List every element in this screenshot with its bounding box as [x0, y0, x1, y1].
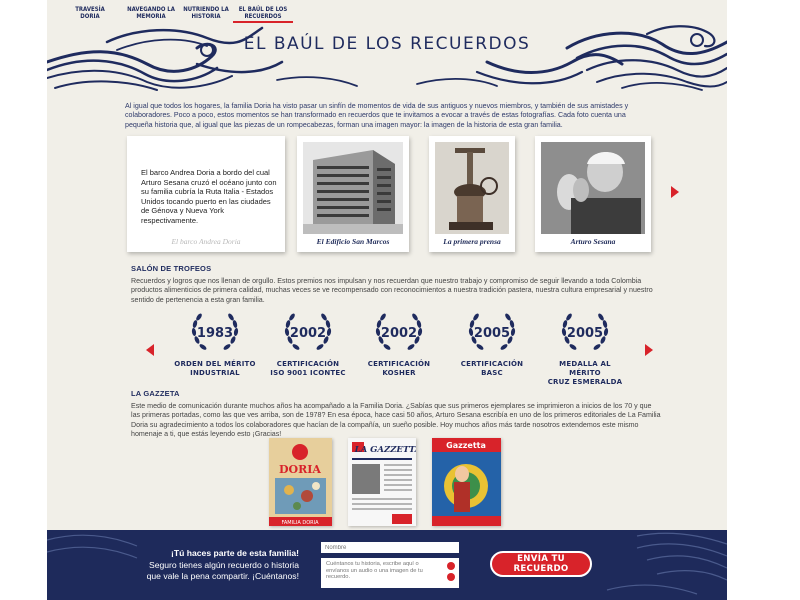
send-memory-button[interactable]: ENVÍA TU RECUERDO [490, 551, 592, 577]
trophy-name-line1: MEDALLA AL MÉRITO [559, 360, 611, 377]
trophies-next-arrow-icon[interactable] [645, 344, 653, 356]
page: TRAVESÍA DORIA NAVEGANDO LA MEMORIA NUTR… [47, 0, 727, 600]
nav-el-baul-de-los-recuerdos[interactable]: EL BAÚL DE LOS RECUERDOS [233, 0, 293, 23]
footer-cta: ¡Tú haces parte de esta familia! Seguro … [131, 548, 299, 583]
photo-card-edificio[interactable]: El Edificio San Marcos [297, 136, 409, 252]
trophy-name-line2: ISO 9001 ICONTEC [270, 369, 346, 377]
photo-caption: El barco Andrea Doria [171, 237, 241, 246]
laurel-icon: 2002 [284, 313, 332, 350]
laurel-icon: 2005 [561, 313, 609, 350]
photo-card-barco[interactable]: El barco Andrea Doria a bordo del cual A… [127, 136, 285, 252]
top-nav: TRAVESÍA DORIA NAVEGANDO LA MEMORIA NUTR… [47, 0, 727, 30]
trophy-name-line2: BASC [481, 369, 503, 377]
photo-carousel: El barco Andrea Doria a bordo del cual A… [127, 136, 679, 254]
footer-cta-line2: Seguro tienes algún recuerdo o historia [148, 559, 299, 570]
press-photo [435, 142, 509, 234]
photo-caption: La primera prensa [443, 237, 501, 246]
trophy-year: 2005 [474, 326, 510, 341]
footer-contact: ¡Tú haces parte de esta familia! Seguro … [47, 530, 727, 600]
portrait-photo [541, 142, 645, 234]
trophy-name-line1: CERTIFICACIÓN [460, 360, 524, 368]
trophy-name-line1: CERTIFICACIÓN [367, 360, 431, 368]
carousel-next-arrow-icon[interactable] [671, 186, 679, 198]
gazzetta-cover-2[interactable]: LA GAZZETTA [348, 438, 416, 526]
photo-card-prensa[interactable]: La primera prensa [429, 136, 515, 252]
cover-masthead: Gazzetta [446, 441, 486, 450]
gazzetta-text: Este medio de comunicación durante mucho… [131, 402, 661, 438]
trophy-name-line2: CRUZ ESMERALDA [547, 378, 623, 386]
trophy-name-line1: ORDEN DEL MÉRITO [174, 360, 256, 368]
cover-masthead: DORIA [279, 463, 321, 476]
trophy-year: 1983 [197, 326, 233, 341]
trophy-name-line1: CERTIFICACIÓN [276, 360, 340, 368]
trophy-year: 2002 [381, 326, 417, 341]
audio-upload-icon[interactable] [447, 562, 455, 570]
story-placeholder: Cuéntanos tu historia, escribe aquí o en… [326, 561, 423, 581]
footer-cta-line3: que vale la pena compartir. ¡Cuéntanos! [146, 571, 299, 581]
cover-art: Gazzetta [432, 438, 501, 526]
trophy-year: 2005 [567, 326, 603, 341]
trophies-title: SALÓN DE TROFEOS [131, 264, 212, 273]
gazzetta-cover-3[interactable]: Gazzetta [432, 438, 501, 526]
cover-masthead: LA GAZZETTA [354, 445, 416, 455]
trophy-2005-basc: 2005 CERTIFICACIÓN BASC [450, 310, 534, 378]
photo-caption: Arturo Sesana [570, 237, 616, 246]
page-title: EL BAÚL DE LOS RECUERDOS [243, 34, 531, 54]
trophy-2002-kosher: 2002 CERTIFICACIÓN KOSHER [357, 310, 441, 378]
trophy-year: 2002 [290, 326, 326, 341]
cover-art: LA GAZZETTA [348, 438, 416, 526]
trophy-name-line2: INDUSTRIAL [190, 369, 240, 377]
photo-card-arturo[interactable]: Arturo Sesana [535, 136, 651, 252]
trophy-2002-iso: 2002 CERTIFICACIÓN ISO 9001 ICONTEC [266, 310, 350, 378]
footer-cta-line1: ¡Tú haces parte de esta familia! [171, 548, 299, 558]
trophies-text: Recuerdos y logros que nos llenan de org… [131, 277, 653, 304]
story-textarea[interactable]: Cuéntanos tu historia, escribe aquí o en… [321, 558, 459, 588]
name-input[interactable] [321, 542, 459, 553]
trophies-prev-arrow-icon[interactable] [146, 344, 154, 356]
cover-footer: FAMILIA DORIA [281, 520, 319, 526]
nav-navegando-la-memoria[interactable]: NAVEGANDO LA MEMORIA [123, 0, 179, 30]
laurel-icon: 2002 [375, 313, 423, 350]
image-upload-icon[interactable] [447, 573, 455, 581]
nav-nutriendo-la-historia[interactable]: NUTRIENDO LA HISTORIA [181, 0, 231, 30]
trophy-name-line2: KOSHER [382, 369, 416, 377]
gazzetta-cover-1[interactable]: DORIA FAMILIA DORIA [269, 438, 332, 526]
nav-travesia-doria[interactable]: TRAVESÍA DORIA [67, 0, 113, 30]
intro-text: Al igual que todos los hogares, la famil… [125, 102, 629, 129]
gazzetta-title: LA GAZZETA [131, 389, 180, 398]
photo-caption: El Edificio San Marcos [316, 237, 390, 246]
laurel-icon: 1983 [191, 313, 239, 350]
photo-overlay-text: El barco Andrea Doria a bordo del cual A… [141, 168, 277, 225]
cover-art: DORIA FAMILIA DORIA [269, 438, 332, 526]
laurel-icon: 2005 [468, 313, 516, 350]
trophy-2005-cruz: 2005 MEDALLA AL MÉRITO CRUZ ESMERALDA [543, 310, 627, 387]
building-photo [303, 142, 403, 234]
trophy-1983: 1983 ORDEN DEL MÉRITO INDUSTRIAL [173, 310, 257, 378]
